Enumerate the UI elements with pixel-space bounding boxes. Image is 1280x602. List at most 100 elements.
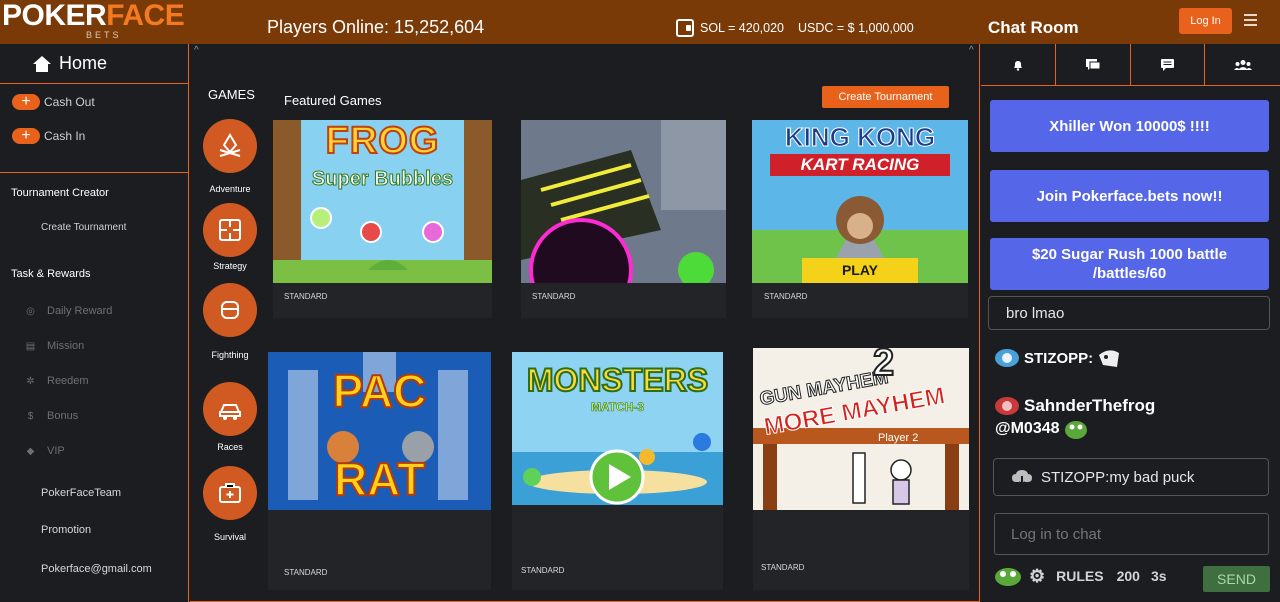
- dollar-icon: $: [27, 410, 34, 422]
- campfire-icon: [203, 119, 257, 173]
- chat-message: STIZOPP:: [994, 347, 1121, 369]
- cash-in-label: Cash In: [44, 129, 86, 143]
- game-tag: STANDARD: [284, 568, 328, 577]
- car-icon: [203, 382, 257, 436]
- chat-username[interactable]: STIZOPP:: [1024, 350, 1093, 367]
- sidebar-item-mission[interactable]: ▤ Mission: [24, 340, 85, 352]
- create-tournament-link[interactable]: Create Tournament: [41, 222, 126, 233]
- game-title-bottom: Super Bubbles: [311, 168, 454, 191]
- scroll-up-left-icon[interactable]: ^: [194, 45, 199, 56]
- games-heading: GAMES: [208, 87, 255, 102]
- category-adventure[interactable]: Adventure: [203, 119, 257, 194]
- chat-tabs: [981, 44, 1280, 86]
- sidebar-item-daily-reward[interactable]: ◎ Daily Reward: [24, 305, 112, 317]
- game-title-top: MONSTERS: [526, 361, 709, 399]
- char-limit: 200: [1116, 568, 1140, 584]
- chat-panel: Xhiller Won 10000$ !!!! Join Pokerface.b…: [981, 44, 1280, 602]
- tab-users[interactable]: [1205, 44, 1280, 85]
- cash-out-button[interactable]: + Cash Out: [12, 94, 95, 110]
- game-title-top: PAC: [332, 364, 428, 418]
- logo-wordmark: POKERFACE: [2, 0, 185, 32]
- game-card-monsters[interactable]: MONSTERS MATCH-3 STANDARD: [512, 352, 723, 590]
- pepe-emoji-picker-icon[interactable]: [994, 565, 1022, 587]
- sidebar-item-bonus[interactable]: $ Bonus: [24, 410, 78, 422]
- usdc-balance: USDC = $ 1,000,000: [797, 21, 914, 35]
- avatar[interactable]: [994, 348, 1020, 368]
- sidebar-item-label: Daily Reward: [47, 305, 113, 317]
- wallet-icon: [676, 19, 694, 37]
- reply-cloud-icon: [1012, 470, 1032, 486]
- chat-footer: ⚙ RULES 200 3s: [994, 565, 1167, 587]
- top-bar: POKERFACE BETS Players Online: 15,252,60…: [0, 0, 1280, 44]
- divider: [0, 172, 189, 173]
- target-icon: ◎: [26, 305, 35, 317]
- game-card-frog[interactable]: FROG Super Bubbles STANDARD: [273, 120, 492, 318]
- footer-link-email[interactable]: Pokerface@gmail.com: [41, 563, 152, 575]
- gear-icon: ✲: [26, 375, 35, 387]
- cash-out-label: Cash Out: [44, 95, 95, 109]
- emote-icon: [1099, 350, 1120, 367]
- category-races[interactable]: Races: [203, 382, 257, 452]
- chat-input[interactable]: [994, 513, 1269, 555]
- players-online: Players Online: 15,252,604: [267, 17, 485, 37]
- sidebar-item-label: Bonus: [47, 410, 79, 422]
- tab-messages[interactable]: [1056, 44, 1131, 85]
- gear-icon[interactable]: ⚙: [1029, 566, 1045, 587]
- game-thumbnail: MONSTERS MATCH-3: [512, 352, 723, 505]
- rules-link[interactable]: RULES: [1056, 568, 1103, 584]
- game-tag: STANDARD: [761, 563, 805, 572]
- player-label: Player 2: [878, 432, 919, 444]
- game-thumbnail: PAC RAT: [268, 352, 491, 510]
- game-thumbnail: GUN MAYHEM 2 MORE MAYHEM Player 2: [753, 348, 969, 510]
- avatar[interactable]: [994, 396, 1020, 416]
- announcement-banner[interactable]: Xhiller Won 10000$ !!!!: [990, 100, 1269, 152]
- reply-text: STIZOPP:my bad puck: [1041, 468, 1195, 486]
- create-tournament-button[interactable]: Create Tournament: [822, 86, 949, 108]
- footer-link-promotion[interactable]: Promotion: [41, 524, 91, 536]
- comment-icon: [1160, 58, 1174, 71]
- chat-mention[interactable]: @M0348: [995, 420, 1060, 438]
- announcement-banner[interactable]: $20 Sugar Rush 1000 battle /battles/60: [990, 238, 1269, 290]
- game-card-king-kong[interactable]: KING KONG KART RACING PLAY STANDARD: [752, 120, 968, 318]
- game-card-gun-mayhem[interactable]: GUN MAYHEM 2 MORE MAYHEM Player 2 STANDA…: [753, 348, 969, 590]
- chat-message: SahnderThefrog: [994, 396, 1155, 416]
- sidebar-item-reedem[interactable]: ✲ Reedem: [24, 375, 89, 387]
- cash-in-button[interactable]: + Cash In: [12, 128, 85, 144]
- tournament-creator-heading: Tournament Creator: [11, 187, 109, 199]
- scroll-up-right-icon[interactable]: ^: [969, 45, 974, 56]
- tab-notifications[interactable]: [981, 44, 1056, 85]
- send-button[interactable]: SEND: [1203, 566, 1270, 592]
- sol-balance: SOL = 420,020: [700, 21, 784, 35]
- logo-subtitle: BETS: [86, 30, 122, 40]
- game-card-neon[interactable]: STANDARD: [521, 120, 726, 318]
- game-title-bottom: MATCH-3: [590, 400, 645, 415]
- footer-link-team[interactable]: PokerFaceTeam: [41, 487, 121, 499]
- game-tag: STANDARD: [764, 292, 808, 301]
- game-thumbnail: FROG Super Bubbles: [273, 120, 492, 283]
- sidebar-item-label: Reedem: [47, 375, 89, 387]
- announcement-banner[interactable]: Join Pokerface.bets now!!: [990, 170, 1269, 222]
- game-card-pac-rat[interactable]: PAC RAT STANDARD: [268, 352, 491, 590]
- hamburger-menu-icon[interactable]: [1244, 14, 1257, 26]
- category-fighting[interactable]: Fighthing: [203, 283, 257, 360]
- calendar-icon: ▤: [25, 340, 36, 352]
- chat-mention-line: @M0348: [995, 418, 1088, 440]
- plus-icon: +: [12, 128, 40, 144]
- wallet-balances: SOL = 420,020 USDC = $ 1,000,000: [676, 19, 914, 37]
- home-nav[interactable]: Home: [0, 44, 189, 84]
- plus-icon: +: [12, 94, 40, 110]
- game-thumbnail: [521, 120, 726, 283]
- game-tag: STANDARD: [532, 292, 576, 301]
- sidebar-item-vip[interactable]: ◆ VIP: [24, 445, 65, 457]
- category-label: Adventure: [209, 184, 251, 194]
- pokerface-logo[interactable]: POKERFACE BETS: [2, 0, 212, 44]
- login-button[interactable]: Log In: [1179, 8, 1232, 34]
- tab-comments[interactable]: [1131, 44, 1206, 85]
- category-strategy[interactable]: Strategy: [203, 203, 257, 271]
- sidebar-item-label: Mission: [47, 340, 85, 352]
- chat-username[interactable]: SahnderThefrog: [1024, 396, 1155, 416]
- main-content: ^ ^ GAMES Adventure Strategy Fighthing R…: [190, 44, 980, 602]
- category-survival[interactable]: Survival: [203, 466, 257, 542]
- users-icon: [1233, 59, 1252, 70]
- left-sidebar: Home + Cash Out + Cash In Tournament Cre…: [0, 44, 189, 602]
